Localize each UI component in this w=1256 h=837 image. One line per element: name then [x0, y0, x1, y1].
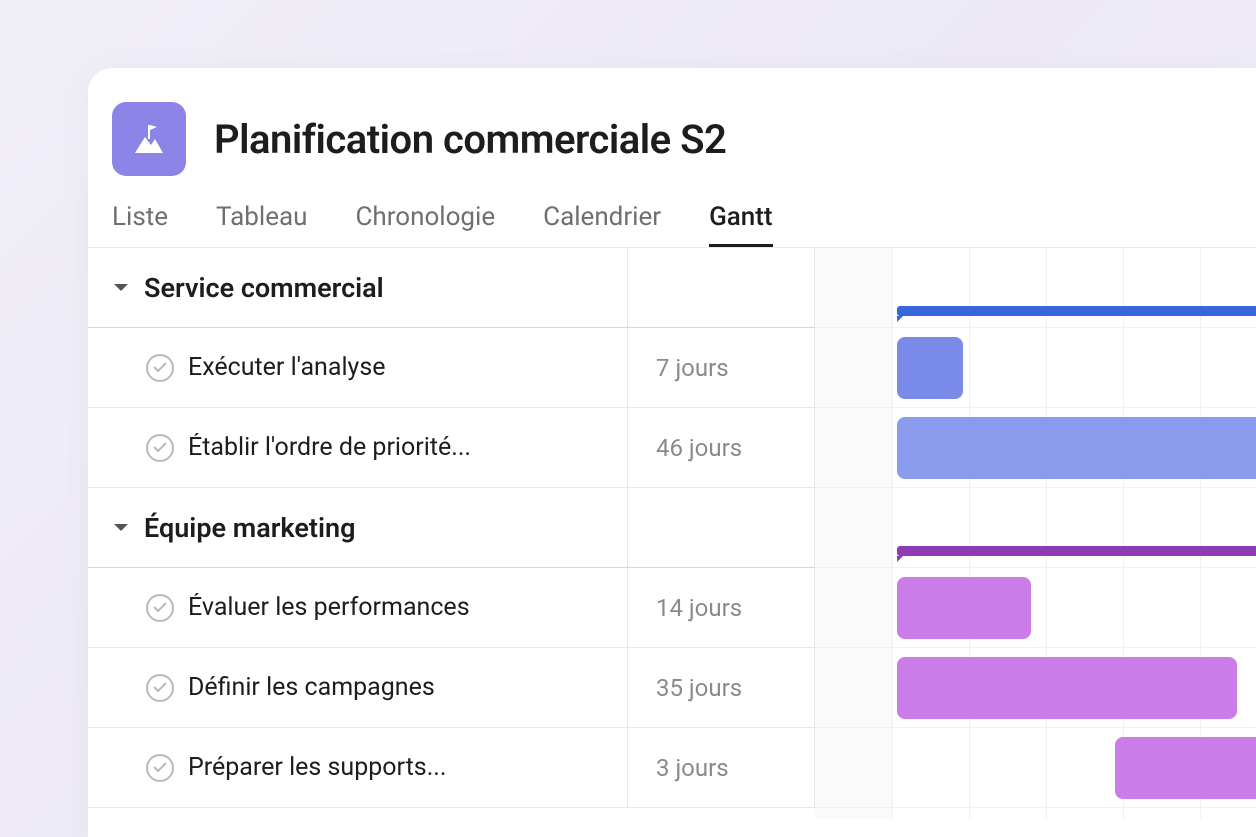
section-row[interactable]: Équipe marketing: [88, 488, 815, 568]
task-name-label: Évaluer les performances: [188, 593, 470, 622]
duration-cell: [628, 488, 815, 567]
duration-cell: 7 jours: [628, 328, 815, 407]
gantt-task-row: [815, 648, 1256, 728]
view-tabs: Liste Tableau Chronologie Calendrier Gan…: [88, 176, 1256, 248]
tab-chronologie[interactable]: Chronologie: [355, 202, 495, 247]
task-name-label: Définir les campagnes: [188, 673, 435, 702]
gantt-task-row: [815, 408, 1256, 488]
gantt-content: Service commercial Exécuter l'analyse 7 …: [88, 248, 1256, 819]
task-name-cell: Définir les campagnes: [88, 648, 628, 727]
duration-cell: 3 jours: [628, 728, 815, 807]
tab-calendrier[interactable]: Calendrier: [543, 202, 661, 247]
task-row[interactable]: Évaluer les performances 14 jours: [88, 568, 815, 648]
duration-cell: 35 jours: [628, 648, 815, 727]
section-name-label: Service commercial: [144, 272, 384, 304]
gantt-task-bar[interactable]: [897, 657, 1237, 719]
duration-cell: [628, 248, 815, 327]
section-row[interactable]: Service commercial: [88, 248, 815, 328]
task-name-cell: Établir l'ordre de priorité...: [88, 408, 628, 487]
check-circle-icon[interactable]: [146, 354, 174, 382]
section-name-cell: Service commercial: [88, 248, 628, 327]
task-row[interactable]: Définir les campagnes 35 jours: [88, 648, 815, 728]
check-circle-icon[interactable]: [146, 674, 174, 702]
gantt-task-bar[interactable]: [897, 337, 963, 399]
gantt-task-row: [815, 328, 1256, 408]
gantt-task-row: [815, 728, 1256, 808]
tab-gantt[interactable]: Gantt: [709, 202, 773, 247]
caret-down-icon[interactable]: [112, 523, 130, 533]
gantt-section-bar[interactable]: [897, 546, 1256, 556]
gantt-section-bar[interactable]: [897, 306, 1256, 316]
project-title: Planification commerciale S2: [214, 116, 726, 163]
check-circle-icon[interactable]: [146, 594, 174, 622]
check-circle-icon[interactable]: [146, 434, 174, 462]
task-name-label: Exécuter l'analyse: [188, 353, 386, 382]
task-list-panel: Service commercial Exécuter l'analyse 7 …: [88, 248, 815, 819]
task-row[interactable]: Exécuter l'analyse 7 jours: [88, 328, 815, 408]
section-name-label: Équipe marketing: [144, 512, 355, 544]
project-card: Planification commerciale S2 Liste Table…: [88, 68, 1256, 837]
task-row[interactable]: Établir l'ordre de priorité... 46 jours: [88, 408, 815, 488]
caret-down-icon[interactable]: [112, 283, 130, 293]
gantt-section-row: [815, 488, 1256, 568]
task-row[interactable]: Préparer les supports... 3 jours: [88, 728, 815, 808]
task-name-cell: Exécuter l'analyse: [88, 328, 628, 407]
task-name-cell: Évaluer les performances: [88, 568, 628, 647]
section-name-cell: Équipe marketing: [88, 488, 628, 567]
gantt-task-bar[interactable]: [897, 417, 1256, 479]
duration-cell: 46 jours: [628, 408, 815, 487]
project-header: Planification commerciale S2: [88, 68, 1256, 176]
gantt-task-row: [815, 568, 1256, 648]
tab-liste[interactable]: Liste: [112, 202, 168, 247]
check-circle-icon[interactable]: [146, 754, 174, 782]
gantt-task-bar[interactable]: [1115, 737, 1256, 799]
gantt-section-row: [815, 248, 1256, 328]
gantt-timeline-panel[interactable]: [815, 248, 1256, 819]
gantt-task-bar[interactable]: [897, 577, 1031, 639]
task-name-label: Établir l'ordre de priorité...: [188, 433, 471, 462]
duration-cell: 14 jours: [628, 568, 815, 647]
tab-tableau[interactable]: Tableau: [216, 202, 307, 247]
task-name-cell: Préparer les supports...: [88, 728, 628, 807]
project-icon[interactable]: [112, 102, 186, 176]
task-name-label: Préparer les supports...: [188, 753, 446, 782]
mountain-flag-icon: [129, 119, 169, 159]
